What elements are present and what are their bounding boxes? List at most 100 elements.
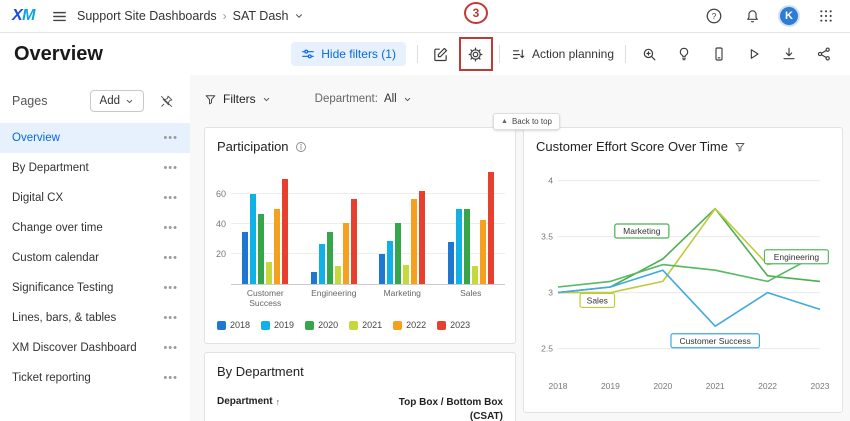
sidebar-item-digital-cx[interactable]: Digital CX ••• (0, 183, 190, 213)
sidebar-item-by-department[interactable]: By Department ••• (0, 153, 190, 183)
bar-2023[interactable] (488, 172, 494, 285)
column-header-department[interactable]: Department ↑ (217, 396, 280, 407)
notifications-button[interactable] (740, 4, 764, 28)
bar-2021[interactable] (335, 266, 341, 284)
mobile-preview-button[interactable] (707, 42, 731, 66)
xm-logo: XM (12, 7, 35, 25)
svg-text:2020: 2020 (653, 381, 672, 391)
sidebar-item-significance-testing[interactable]: Significance Testing••• (0, 273, 190, 303)
unpin-sidebar-button[interactable] (154, 89, 178, 113)
participation-y-axis: 204060 (211, 165, 231, 285)
bar-2021[interactable] (266, 262, 272, 285)
bar-group-engineering (311, 199, 357, 285)
bar-2021[interactable] (403, 265, 409, 285)
row-menu-icon[interactable]: ••• (163, 222, 178, 234)
bar-2022[interactable] (343, 223, 349, 285)
sidebar-item-label: Digital CX (12, 192, 63, 204)
bar-2022[interactable] (411, 199, 417, 285)
bar-2019[interactable] (456, 209, 462, 284)
bar-2023[interactable] (419, 191, 425, 284)
sidebar-item-change-over-time[interactable]: Change over time••• (0, 213, 190, 243)
by-department-widget[interactable]: By Department Department ↑ Top Box / Bot… (204, 352, 516, 421)
sidebar-item-ticket-reporting[interactable]: Ticket reporting••• (0, 363, 190, 393)
row-menu-icon[interactable]: ••• (163, 342, 178, 354)
share-button[interactable] (812, 42, 836, 66)
department-table-header: Department ↑ Top Box / Bottom Box (CSAT) (205, 386, 515, 421)
help-button[interactable]: ? (702, 4, 726, 28)
avatar[interactable]: K (778, 5, 800, 27)
x-category-label: Customer Success (231, 288, 300, 308)
add-page-button[interactable]: Add (90, 90, 144, 112)
bar-2023[interactable] (351, 199, 357, 285)
info-icon[interactable] (295, 141, 307, 153)
export-button[interactable] (777, 42, 801, 66)
chevron-down-icon (403, 95, 412, 104)
bar-2018[interactable] (379, 254, 385, 284)
bar-2020[interactable] (258, 214, 264, 285)
row-menu-icon[interactable]: ••• (163, 162, 178, 174)
legend-swatch (261, 321, 270, 330)
hide-filters-button[interactable]: Hide filters (1) (291, 42, 406, 66)
legend-item-2019[interactable]: 2019 (261, 320, 294, 330)
apps-grid-icon (818, 8, 834, 24)
row-menu-icon[interactable]: ••• (163, 282, 178, 294)
row-menu-icon[interactable]: ••• (163, 252, 178, 264)
bar-2018[interactable] (311, 272, 317, 284)
bar-2021[interactable] (472, 266, 478, 284)
sidebar-item-overview[interactable]: Overview••• (0, 123, 190, 153)
back-to-top-label: Back to top (512, 117, 552, 126)
column-header-topbox[interactable]: Top Box / Bottom Box (CSAT) (378, 396, 503, 421)
sidebar-item-custom-calendar[interactable]: Custom calendar••• (0, 243, 190, 273)
row-menu-icon[interactable]: ••• (163, 132, 178, 144)
bar-2018[interactable] (448, 242, 454, 284)
row-menu-icon[interactable]: ••• (163, 312, 178, 324)
back-to-top-button[interactable]: ▲ Back to top (493, 113, 560, 130)
hamburger-menu-button[interactable] (47, 4, 71, 28)
legend-label: 2022 (406, 320, 426, 330)
bar-2018[interactable] (242, 232, 248, 285)
bar-2020[interactable] (395, 223, 401, 285)
hide-filters-label: Hide filters (1) (321, 47, 396, 61)
row-menu-icon[interactable]: ••• (163, 372, 178, 384)
legend-item-2021[interactable]: 2021 (349, 320, 382, 330)
breadcrumb-item-current[interactable]: SAT Dash (233, 9, 289, 23)
department-filter-label: Department: (315, 93, 378, 105)
sidebar-item-xm-discover-dashboard[interactable]: XM Discover Dashboard••• (0, 333, 190, 363)
department-filter[interactable]: Department: All (315, 93, 412, 105)
bar-2023[interactable] (282, 179, 288, 284)
widget-filter-funnel-icon[interactable] (734, 141, 746, 153)
legend-item-2018[interactable]: 2018 (217, 320, 250, 330)
page-title: Overview (14, 43, 103, 66)
sidebar-item-label: By Department (12, 162, 89, 174)
filter-sliders-icon (301, 47, 315, 61)
row-menu-icon[interactable]: ••• (163, 192, 178, 204)
bar-2020[interactable] (327, 232, 333, 285)
sidebar-item-lines-bars-tables[interactable]: Lines, bars, & tables••• (0, 303, 190, 333)
breadcrumb-item-root[interactable]: Support Site Dashboards (77, 9, 217, 23)
svg-text:2019: 2019 (601, 381, 620, 391)
zoom-button[interactable] (637, 42, 661, 66)
ideas-button[interactable] (672, 42, 696, 66)
legend-label: 2018 (230, 320, 250, 330)
bar-2019[interactable] (250, 194, 256, 284)
participation-widget[interactable]: Participation 204060 Customer SuccessEng… (204, 127, 516, 344)
action-planning-button[interactable]: Action planning (511, 47, 614, 62)
bar-2022[interactable] (274, 209, 280, 284)
bar-2019[interactable] (319, 244, 325, 285)
chevron-down-icon[interactable] (294, 11, 304, 21)
bar-2019[interactable] (387, 241, 393, 285)
legend-item-2022[interactable]: 2022 (393, 320, 426, 330)
ces-chart-svg: 2.533.54201820192020202120222023Marketin… (532, 161, 834, 399)
edit-dashboard-button[interactable] (429, 42, 453, 66)
bar-2020[interactable] (464, 209, 470, 284)
filters-button[interactable]: Filters (204, 92, 271, 106)
widget-grid: Participation 204060 Customer SuccessEng… (204, 127, 845, 421)
filters-label: Filters (223, 92, 256, 106)
legend-item-2023[interactable]: 2023 (437, 320, 470, 330)
ces-widget[interactable]: Customer Effort Score Over Time 2.533.54… (523, 127, 843, 413)
apps-grid-button[interactable] (814, 4, 838, 28)
settings-button[interactable] (464, 42, 488, 66)
present-button[interactable] (742, 42, 766, 66)
legend-item-2020[interactable]: 2020 (305, 320, 338, 330)
bar-2022[interactable] (480, 220, 486, 285)
